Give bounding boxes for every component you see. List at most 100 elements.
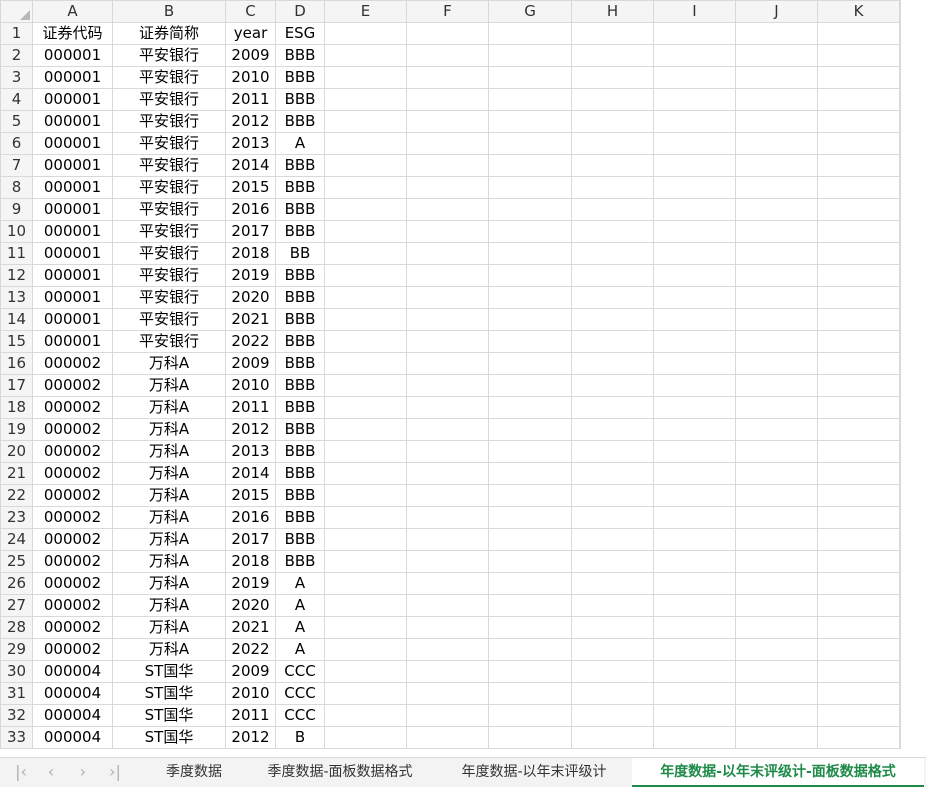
cell[interactable] xyxy=(653,154,736,177)
cell[interactable] xyxy=(571,154,654,177)
cell[interactable] xyxy=(899,242,901,265)
cell[interactable] xyxy=(571,198,654,221)
cell[interactable] xyxy=(817,176,900,199)
cell[interactable] xyxy=(899,198,901,221)
cell[interactable]: 2018 xyxy=(225,242,276,265)
cell[interactable] xyxy=(571,132,654,155)
row-header[interactable]: 6 xyxy=(0,132,33,155)
cell[interactable] xyxy=(488,352,572,375)
cell[interactable] xyxy=(899,374,901,397)
cell[interactable] xyxy=(324,528,407,551)
cell[interactable] xyxy=(817,132,900,155)
cell[interactable] xyxy=(653,44,736,67)
cell[interactable] xyxy=(899,396,901,419)
cell[interactable] xyxy=(488,110,572,133)
cell[interactable] xyxy=(735,154,818,177)
cell[interactable] xyxy=(324,44,407,67)
cell[interactable] xyxy=(653,440,736,463)
cell[interactable] xyxy=(571,286,654,309)
cell[interactable] xyxy=(324,374,407,397)
cell[interactable] xyxy=(817,154,900,177)
cell[interactable]: 000002 xyxy=(32,528,113,551)
cell[interactable] xyxy=(899,110,901,133)
row-header[interactable]: 3 xyxy=(0,66,33,89)
cell[interactable] xyxy=(735,726,818,749)
cell[interactable] xyxy=(653,616,736,639)
cell[interactable] xyxy=(899,176,901,199)
cell[interactable] xyxy=(817,506,900,529)
cell[interactable]: 万科A xyxy=(112,440,226,463)
cell[interactable] xyxy=(735,132,818,155)
cell[interactable] xyxy=(488,418,572,441)
cell[interactable] xyxy=(324,242,407,265)
column-header[interactable]: B xyxy=(112,0,226,23)
cell[interactable] xyxy=(899,616,901,639)
row-header[interactable]: 32 xyxy=(0,704,33,727)
cell[interactable] xyxy=(817,594,900,617)
sheet-tab-active[interactable]: 年度数据-以年末评级计-面板数据格式 xyxy=(632,758,924,787)
cell[interactable] xyxy=(488,638,572,661)
row-header[interactable]: 29 xyxy=(0,638,33,661)
cell[interactable] xyxy=(406,176,489,199)
cell[interactable] xyxy=(735,264,818,287)
cell[interactable]: 万科A xyxy=(112,462,226,485)
cell[interactable] xyxy=(735,374,818,397)
cell[interactable] xyxy=(899,154,901,177)
row-header[interactable]: 11 xyxy=(0,242,33,265)
cell[interactable]: ST国华 xyxy=(112,726,226,749)
cell[interactable]: 平安银行 xyxy=(112,66,226,89)
cell[interactable]: 000001 xyxy=(32,154,113,177)
cell[interactable] xyxy=(571,88,654,111)
cell[interactable] xyxy=(653,726,736,749)
cell[interactable] xyxy=(899,308,901,331)
cell[interactable] xyxy=(571,22,654,45)
cell[interactable] xyxy=(653,308,736,331)
cell[interactable]: BB xyxy=(275,242,325,265)
cell[interactable] xyxy=(571,440,654,463)
cell[interactable] xyxy=(817,220,900,243)
cell[interactable]: 万科A xyxy=(112,594,226,617)
cell[interactable]: 平安银行 xyxy=(112,44,226,67)
cell[interactable] xyxy=(735,440,818,463)
cell[interactable] xyxy=(899,638,901,661)
row-header[interactable]: 18 xyxy=(0,396,33,419)
cell[interactable]: BBB xyxy=(275,44,325,67)
cell[interactable]: 2013 xyxy=(225,440,276,463)
cell[interactable] xyxy=(406,66,489,89)
cell[interactable] xyxy=(571,616,654,639)
cell[interactable] xyxy=(488,176,572,199)
cell[interactable] xyxy=(571,418,654,441)
cell[interactable] xyxy=(406,22,489,45)
cell[interactable]: 平安银行 xyxy=(112,220,226,243)
cell[interactable] xyxy=(488,220,572,243)
cell[interactable]: BBB xyxy=(275,110,325,133)
cell[interactable] xyxy=(571,330,654,353)
cell[interactable] xyxy=(817,330,900,353)
cell[interactable] xyxy=(899,66,901,89)
cell[interactable] xyxy=(324,506,407,529)
cell[interactable]: 2009 xyxy=(225,352,276,375)
cell[interactable] xyxy=(324,308,407,331)
cell[interactable] xyxy=(406,88,489,111)
cell[interactable]: 2017 xyxy=(225,220,276,243)
cell[interactable] xyxy=(488,22,572,45)
cell[interactable]: 证券简称 xyxy=(112,22,226,45)
cell[interactable] xyxy=(488,154,572,177)
cell[interactable] xyxy=(488,330,572,353)
cell[interactable] xyxy=(735,88,818,111)
cell[interactable] xyxy=(899,330,901,353)
cell[interactable]: BBB xyxy=(275,418,325,441)
cell[interactable]: CCC xyxy=(275,704,325,727)
cell[interactable] xyxy=(817,242,900,265)
row-header[interactable]: 20 xyxy=(0,440,33,463)
cell[interactable] xyxy=(735,22,818,45)
cell[interactable] xyxy=(324,726,407,749)
cell[interactable] xyxy=(653,374,736,397)
cell[interactable] xyxy=(817,44,900,67)
cell[interactable] xyxy=(488,726,572,749)
cell[interactable] xyxy=(324,440,407,463)
cell[interactable] xyxy=(735,176,818,199)
row-header[interactable]: 24 xyxy=(0,528,33,551)
cell[interactable] xyxy=(653,418,736,441)
cell[interactable] xyxy=(899,132,901,155)
